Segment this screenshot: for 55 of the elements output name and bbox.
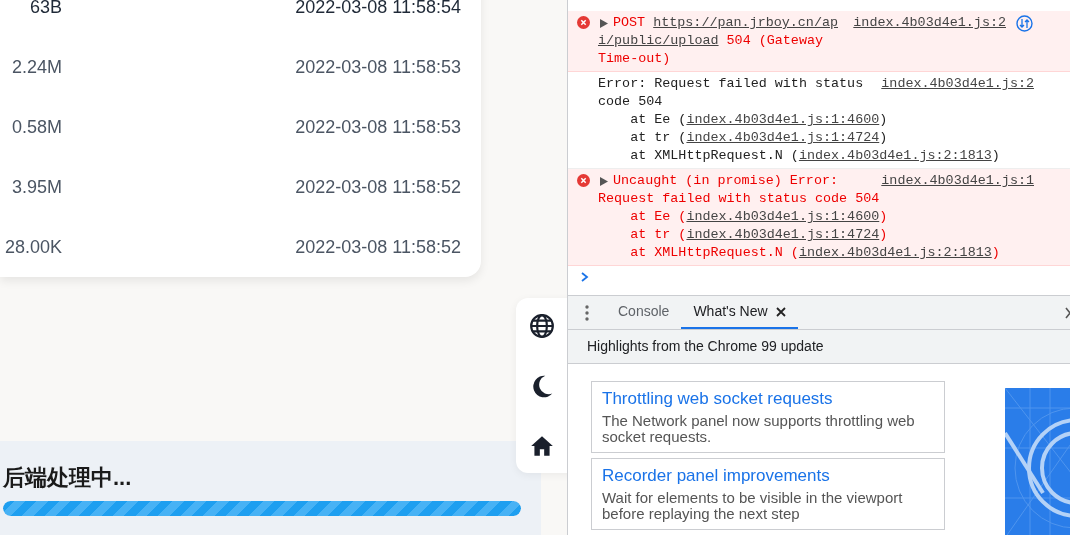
source-link[interactable]: index.4b03d4e1.js:2 [881, 75, 1034, 93]
console-text: ) [991, 147, 1000, 165]
card-description: Wait for elements to be visible in the viewport before replaying the next step [602, 490, 904, 522]
globe-icon[interactable] [527, 312, 556, 340]
status-title: 后端处理中... [3, 464, 133, 492]
card-title-link[interactable]: Throttling web socket requests [602, 388, 934, 410]
close-icon[interactable] [775, 306, 786, 317]
table-cell-text: 3.95M [10, 175, 62, 199]
table-cell-text: 28.00K [3, 235, 62, 259]
link[interactable]: index.4b03d4e1.js:1:4600 [686, 208, 880, 226]
source-link[interactable]: index.4b03d4e1.js:1 [881, 172, 1034, 190]
console-text: ) [879, 208, 888, 226]
expand-arrow-icon[interactable] [600, 176, 609, 186]
link[interactable]: index.4b03d4e1.js:1:4724 [686, 226, 880, 244]
console-text: 504 (Gateway [725, 32, 823, 50]
console-text: at Ee ( [629, 111, 687, 129]
console-text: at Ee ( [629, 208, 687, 226]
console-text: at tr ( [629, 226, 687, 244]
console-text: code 504 [598, 93, 663, 111]
table-cell-text: 2.24M [10, 55, 62, 79]
panel-subtitle: Highlights from the Chrome 99 update [587, 337, 824, 356]
table-cell-text: 63B [28, 0, 62, 19]
console-text: Error: Request failed with status [598, 75, 864, 93]
table-cell-text: 2022-03-08 11:58:53 [295, 115, 461, 139]
link[interactable]: index.4b03d4e1.js:2:1813 [798, 147, 992, 165]
link[interactable]: index.4b03d4e1.js:1:4600 [686, 111, 880, 129]
error-icon [577, 16, 590, 29]
table-cell-text: 0.58M [10, 115, 62, 139]
console-text: ) [879, 111, 888, 129]
network-upload-icon[interactable] [1016, 15, 1033, 32]
link[interactable]: index.4b03d4e1.js:1:4724 [686, 129, 880, 147]
prompt-chevron-icon[interactable] [580, 272, 589, 282]
console-text: POST [613, 14, 647, 32]
console-text: Uncaught (in promise) Error: [613, 172, 838, 190]
link[interactable]: i/public/upload [598, 32, 719, 50]
table-cell-text: 2022-03-08 11:58:53 [295, 55, 461, 79]
table-cell-text: 2022-03-08 11:58:52 [295, 175, 461, 199]
link[interactable]: index.4b03d4e1.js:2:1813 [798, 244, 992, 262]
console-text: Request failed with status code 504 [598, 190, 880, 208]
tab[interactable]: Console [606, 296, 682, 329]
source-link[interactable]: index.4b03d4e1.js:2 [853, 14, 1006, 32]
link[interactable]: https://pan.jrboy.cn/ap [653, 14, 838, 32]
table-cell-text: 2022-03-08 11:58:54 [295, 0, 461, 19]
card-description: The Network panel now supports throttling web socket requests. [602, 413, 916, 445]
console-text: ) [879, 226, 888, 244]
expand-arrow-icon[interactable] [600, 18, 609, 28]
console-text: at XMLHttpRequest.N ( [629, 147, 799, 165]
console-text: ) [879, 129, 888, 147]
console-text: at tr ( [629, 129, 687, 147]
table-cell-text: 2022-03-08 11:58:52 [295, 235, 461, 259]
console-text: ) [991, 244, 1000, 262]
card-title-link[interactable]: Recorder panel improvements [602, 465, 934, 487]
console-text: Time-out) [598, 50, 671, 68]
error-icon [577, 174, 590, 187]
console-text: at XMLHttpRequest.N ( [629, 244, 799, 262]
